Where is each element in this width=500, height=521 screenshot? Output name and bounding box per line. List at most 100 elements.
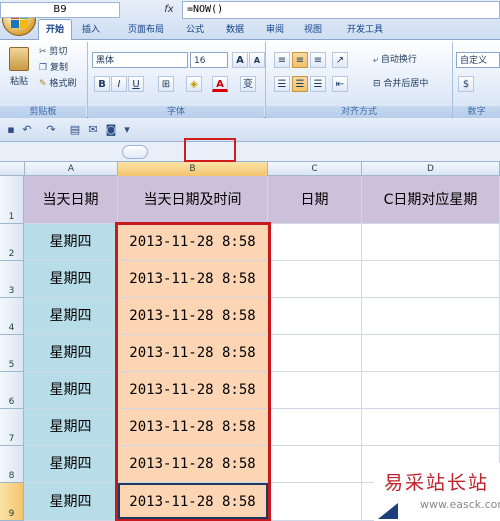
paint-bucket-icon: ◈ xyxy=(190,79,198,90)
cell-c5[interactable] xyxy=(268,335,362,372)
cell-a7[interactable]: 星期四 xyxy=(24,409,118,446)
tab-data[interactable]: 数据 xyxy=(220,20,250,40)
format-painter-button[interactable]: ✎ 格式刷 xyxy=(38,76,86,92)
cell-a8[interactable]: 星期四 xyxy=(24,446,118,483)
currency-icon: $ xyxy=(462,79,470,90)
cell-a5[interactable]: 星期四 xyxy=(24,335,118,372)
watermark-logo-icon xyxy=(378,503,398,519)
email-icon[interactable]: ✉ xyxy=(86,123,100,137)
cell-c3[interactable] xyxy=(268,261,362,298)
watermark-text: 易采站长站 xyxy=(384,472,490,494)
copy-label: 复制 xyxy=(49,63,68,73)
cell-a4[interactable]: 星期四 xyxy=(24,298,118,335)
phonetic-button[interactable]: 变 xyxy=(240,76,256,92)
cell-a2[interactable]: 星期四 xyxy=(24,224,118,261)
tab-page-layout[interactable]: 页面布局 xyxy=(118,20,174,40)
merge-center-label: 合并后居中 xyxy=(383,79,429,89)
align-left-button[interactable]: ☰ xyxy=(274,76,290,92)
formula-text: =NOW() xyxy=(187,4,224,15)
tab-view[interactable]: 视图 xyxy=(298,20,328,40)
redo-icon[interactable]: ↷ xyxy=(44,123,58,137)
cell-c8[interactable] xyxy=(268,446,362,483)
name-box-dropdown[interactable] xyxy=(122,145,148,159)
customize-qat-icon[interactable]: ▾ xyxy=(120,123,134,137)
cell-c1[interactable]: 日期 xyxy=(268,176,362,224)
cell-c7[interactable] xyxy=(268,409,362,446)
paste-button[interactable]: 粘贴 xyxy=(4,44,32,96)
font-name-select[interactable]: 黑体 xyxy=(92,52,188,68)
row-header-8[interactable]: 8 xyxy=(0,446,24,483)
cell-d6[interactable] xyxy=(362,372,500,409)
formula-input[interactable] xyxy=(182,1,500,19)
number-format-select[interactable]: 自定义 xyxy=(456,52,500,68)
insert-function-button[interactable]: fx xyxy=(160,2,178,18)
cell-a1[interactable]: 当天日期 xyxy=(24,176,118,224)
cell-c4[interactable] xyxy=(268,298,362,335)
cell-b1[interactable]: 当天日期及时间 xyxy=(118,176,268,224)
cell-c2[interactable] xyxy=(268,224,362,261)
cut-button[interactable]: ✂ 剪切 xyxy=(38,44,80,60)
align-middle-button[interactable]: ≡ xyxy=(292,52,308,68)
camera-icon[interactable]: ◙ xyxy=(104,123,118,137)
column-header-c[interactable]: C xyxy=(268,162,362,176)
row-header-6[interactable]: 6 xyxy=(0,372,24,409)
row-header-1[interactable]: 1 xyxy=(0,176,24,224)
align-right-icon: ☰ xyxy=(313,79,323,90)
cell-d3[interactable] xyxy=(362,261,500,298)
decrease-indent-button[interactable]: ⇤ xyxy=(332,76,348,92)
tab-insert[interactable]: 插入 xyxy=(76,20,106,40)
brush-icon: ✎ xyxy=(39,79,47,89)
row-header-2[interactable]: 2 xyxy=(0,224,24,261)
row-header-5[interactable]: 5 xyxy=(0,335,24,372)
tab-developer[interactable]: 开发工具 xyxy=(338,20,392,40)
tab-formulas[interactable]: 公式 xyxy=(180,20,210,40)
shrink-font-button[interactable]: A xyxy=(249,52,265,68)
column-header-d[interactable]: D xyxy=(362,162,500,176)
cell-d2[interactable] xyxy=(362,224,500,261)
row-header-7[interactable]: 7 xyxy=(0,409,24,446)
cell-a9[interactable]: 星期四 xyxy=(24,483,118,521)
cell-a3[interactable]: 星期四 xyxy=(24,261,118,298)
undo-icon[interactable]: ↶ xyxy=(20,123,34,137)
row-header-3[interactable]: 3 xyxy=(0,261,24,298)
grow-font-button[interactable]: A xyxy=(232,52,248,68)
tab-home[interactable]: 开始 xyxy=(38,19,72,42)
align-top-button[interactable]: ≡ xyxy=(274,52,290,68)
font-color-button[interactable]: A xyxy=(212,76,228,92)
bold-button[interactable]: B xyxy=(94,76,110,92)
tab-review[interactable]: 审阅 xyxy=(260,20,290,40)
column-header-b[interactable]: B xyxy=(118,162,268,176)
cell-d7[interactable] xyxy=(362,409,500,446)
orientation-button[interactable]: ↗ xyxy=(332,52,348,68)
currency-button[interactable]: $ xyxy=(458,76,474,92)
cell-d5[interactable] xyxy=(362,335,500,372)
column-header-a[interactable]: A xyxy=(25,162,118,176)
copy-button[interactable]: ❐ 复制 xyxy=(38,60,80,76)
align-center-button[interactable]: ☰ xyxy=(292,76,308,92)
paste-icon xyxy=(9,47,29,71)
print-preview-icon[interactable]: ▤ xyxy=(68,123,82,137)
fill-color-button[interactable]: ◈ xyxy=(186,76,202,92)
merge-center-button[interactable]: ⊟ 合并后居中 xyxy=(372,76,452,94)
select-all-corner[interactable] xyxy=(0,162,25,176)
font-group-label: 字体 xyxy=(88,106,264,118)
font-size-select[interactable]: 16 xyxy=(190,52,228,68)
wrap-text-button[interactable]: ⤶ 自动换行 xyxy=(372,52,452,70)
align-bottom-button[interactable]: ≡ xyxy=(310,52,326,68)
name-box[interactable]: B9 xyxy=(0,2,120,18)
align-right-button[interactable]: ☰ xyxy=(310,76,326,92)
column-b-highlight-box xyxy=(115,222,271,521)
cell-d4[interactable] xyxy=(362,298,500,335)
row-header-9[interactable]: 9 xyxy=(0,483,24,521)
italic-button[interactable]: I xyxy=(111,76,127,92)
cell-d1[interactable]: C日期对应星期 xyxy=(362,176,500,224)
wrap-text-label: 自动换行 xyxy=(380,55,417,65)
cell-a6[interactable]: 星期四 xyxy=(24,372,118,409)
cell-c6[interactable] xyxy=(268,372,362,409)
cell-c9[interactable] xyxy=(268,483,362,521)
indent-icon: ⇤ xyxy=(335,79,345,90)
row-header-4[interactable]: 4 xyxy=(0,298,24,335)
underline-button[interactable]: U xyxy=(128,76,144,92)
save-icon[interactable]: ▪ xyxy=(4,123,18,137)
borders-button[interactable]: ⊞ xyxy=(158,76,174,92)
